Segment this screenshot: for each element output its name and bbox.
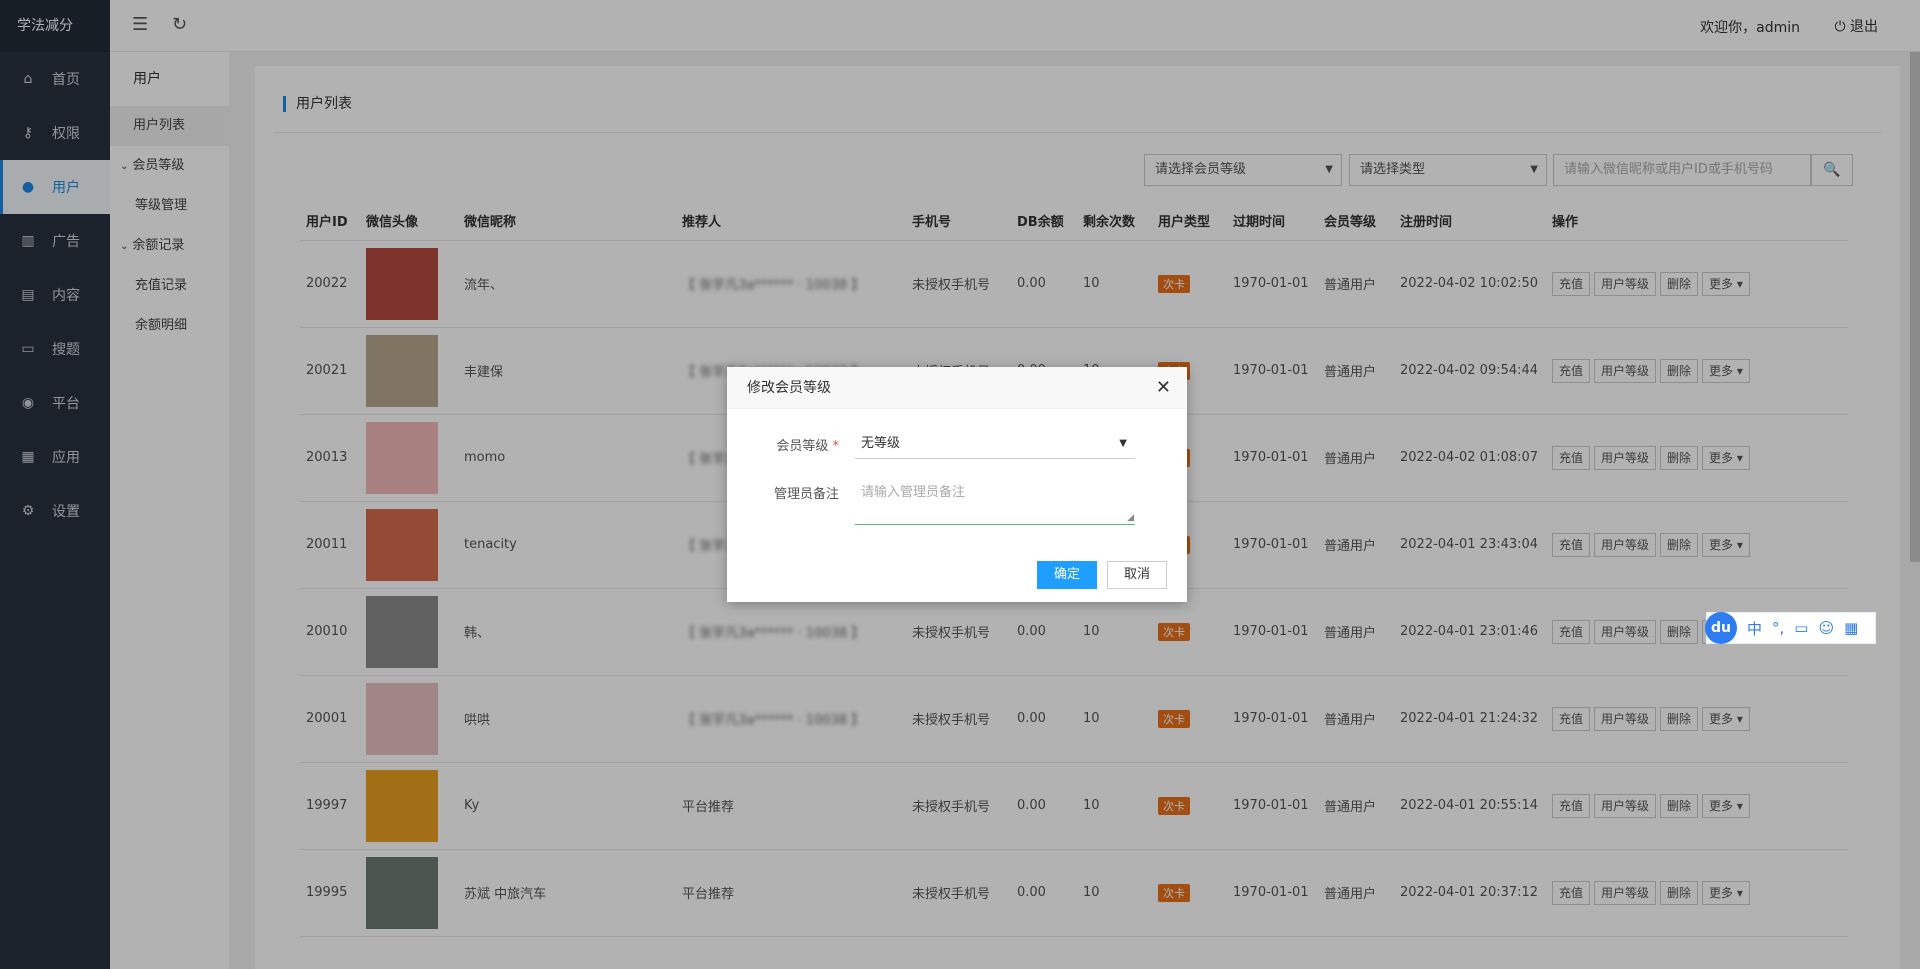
dialog-title: 修改会员等级 (727, 367, 1187, 409)
ime-grid-icon[interactable]: ▦ (1844, 619, 1858, 637)
required-star: * (832, 439, 840, 454)
admin-note-textarea[interactable]: 请输入管理员备注 ◢ (855, 475, 1135, 525)
cancel-button[interactable]: 取消 (1107, 561, 1167, 589)
admin-note-placeholder: 请输入管理员备注 (861, 485, 966, 500)
edit-member-level-dialog: 修改会员等级 ✕ 会员等级 * 无等级 ▼ 管理员备注 请输入管理员备注 ◢ 确… (727, 367, 1187, 602)
close-icon[interactable]: ✕ (1156, 377, 1171, 398)
confirm-button[interactable]: 确定 (1037, 561, 1097, 589)
ime-user-icon[interactable]: ☺ (1818, 619, 1834, 637)
resize-grip-icon[interactable]: ◢ (1127, 513, 1134, 523)
ime-skin-icon[interactable]: ▭ (1794, 619, 1808, 637)
ime-mode-toggle[interactable]: 中 (1747, 618, 1762, 639)
admin-note-label: 管理员备注 (773, 487, 839, 502)
member-level-label-text: 会员等级 (776, 439, 829, 454)
member-level-value: 无等级 (861, 436, 901, 451)
chevron-down-icon: ▼ (1119, 438, 1127, 449)
ime-toolbar: du 中 °, ▭ ☺ ▦ (1705, 612, 1876, 644)
ime-punct-toggle[interactable]: °, (1772, 619, 1784, 637)
member-level-dropdown[interactable]: 无等级 ▼ (855, 429, 1135, 459)
member-level-label: 会员等级 * (776, 435, 839, 454)
baidu-ime-logo[interactable]: du (1705, 612, 1737, 644)
